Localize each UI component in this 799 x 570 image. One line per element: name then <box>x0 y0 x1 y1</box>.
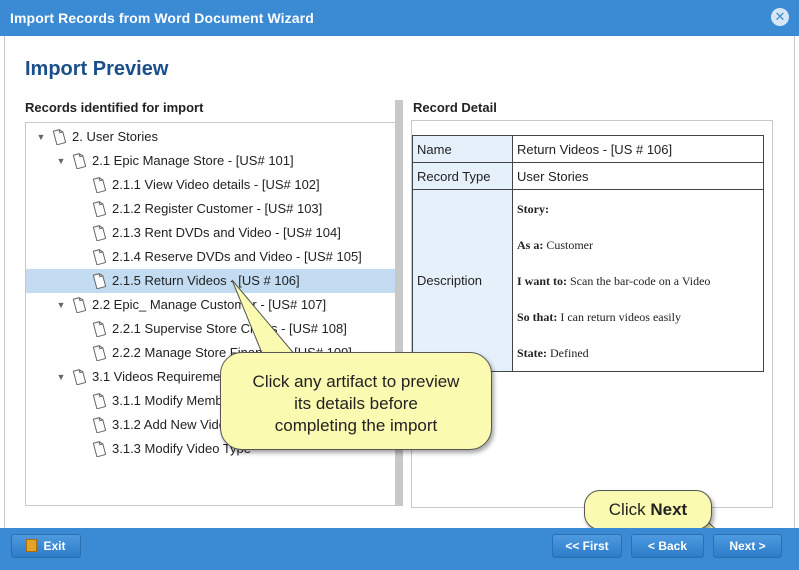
wizard-footer: Exit << First < Back Next > <box>0 528 799 570</box>
preview-callout-line3: completing the import <box>274 416 438 435</box>
exit-door-icon <box>26 539 38 552</box>
records-section-label: Records identified for import <box>25 100 204 115</box>
next-callout: Click Next <box>584 490 712 530</box>
page-title: Import Preview <box>25 58 169 80</box>
tree-item-label: 2.1.2 Register Customer - [US# 103] <box>112 201 323 216</box>
detail-key-name: Name <box>412 135 513 163</box>
as-a-line: As a: Customer <box>517 236 759 254</box>
as-a-value: Customer <box>546 237 594 252</box>
document-icon <box>92 345 106 361</box>
close-icon[interactable]: ✕ <box>771 8 789 26</box>
title-bar: Import Records from Word Document Wizard… <box>0 0 799 36</box>
preview-callout-line1: Click any artifact to preview <box>252 372 460 391</box>
tree-item-label: 2.1.4 Reserve DVDs and Video - [US# 105] <box>112 249 362 264</box>
back-button[interactable]: < Back <box>631 534 704 558</box>
window-title: Import Records from Word Document Wizard <box>10 10 314 26</box>
state-line: State: Defined <box>517 344 759 362</box>
detail-value-description: Story: As a: Customer I want to: Scan th… <box>512 189 764 372</box>
tree-item-label: 3.1.1 Modify Member <box>112 393 235 408</box>
tree-item[interactable]: 2.1.2 Register Customer - [US# 103] <box>26 197 396 221</box>
exit-button-label: Exit <box>43 539 66 553</box>
detail-value-type: User Stories <box>512 162 764 190</box>
preview-callout: Click any artifact to preview its detail… <box>220 352 492 450</box>
tree-item-label: 2.1.1 View Video details - [US# 102] <box>112 177 320 192</box>
want-label: I want to: <box>517 273 567 288</box>
state-value: Defined <box>550 345 589 360</box>
expand-toggle-icon[interactable]: ▼ <box>56 149 66 173</box>
want-line: I want to: Scan the bar-code on a Video <box>517 272 759 290</box>
tree-item-label: 2. User Stories <box>72 129 158 144</box>
tree-item-label: 2.1 Epic Manage Store - [US# 101] <box>92 153 294 168</box>
document-icon <box>92 321 106 337</box>
tree-item[interactable]: 2.1.5 Return Videos - [US # 106] <box>26 269 396 293</box>
expand-toggle-icon[interactable]: ▼ <box>36 125 46 149</box>
detail-key-description: Description <box>412 189 513 372</box>
first-button[interactable]: << First <box>552 534 622 558</box>
document-icon <box>92 417 106 433</box>
document-icon <box>92 273 106 289</box>
tree-item-label: 3.1.2 Add New Video <box>112 417 234 432</box>
tree-item[interactable]: 2.1.3 Rent DVDs and Video - [US# 104] <box>26 221 396 245</box>
tree-item[interactable]: ▼ 2.1 Epic Manage Store - [US# 101] <box>26 149 396 173</box>
so-that-label: So that: <box>517 309 558 324</box>
document-icon <box>92 441 106 457</box>
story-label: Story: <box>517 201 549 216</box>
expand-toggle-icon[interactable]: ▼ <box>56 365 66 389</box>
detail-row-description: Description Story: As a: Customer I want… <box>412 189 764 372</box>
wizard-content: Import Preview Records identified for im… <box>4 36 795 528</box>
next-callout-bold: Next <box>650 500 688 519</box>
tree-item[interactable]: 2.2.1 Supervise Store Clerks - [US# 108] <box>26 317 396 341</box>
document-icon <box>72 153 86 169</box>
preview-callout-line2: its details before <box>294 394 418 413</box>
tree-item-label: 3.1 Videos Requirements <box>92 369 238 384</box>
record-detail-label: Record Detail <box>413 100 497 115</box>
document-icon <box>92 225 106 241</box>
tree-item-label: 2.1.3 Rent DVDs and Video - [US# 104] <box>112 225 341 240</box>
document-icon <box>72 297 86 313</box>
description-body: Story: As a: Customer I want to: Scan th… <box>517 200 759 362</box>
document-icon <box>92 177 106 193</box>
document-icon <box>92 393 106 409</box>
next-callout-prefix: Click <box>608 500 646 519</box>
record-detail-table: Name Return Videos - [US # 106] Record T… <box>412 135 764 372</box>
document-icon <box>92 249 106 265</box>
tree-item[interactable]: 2.1.1 View Video details - [US# 102] <box>26 173 396 197</box>
expand-toggle-icon[interactable]: ▼ <box>56 293 66 317</box>
want-value: Scan the bar-code on a Video <box>570 273 711 288</box>
tree-item[interactable]: ▼ 2.2 Epic_ Manage Customer - [US# 107] <box>26 293 396 317</box>
document-icon <box>92 201 106 217</box>
tree-item[interactable]: ▼ 2. User Stories <box>26 125 396 149</box>
tree-item[interactable]: 2.1.4 Reserve DVDs and Video - [US# 105] <box>26 245 396 269</box>
next-button[interactable]: Next > <box>713 534 782 558</box>
so-that-value: I can return videos easily <box>560 309 681 324</box>
so-that-line: So that: I can return videos easily <box>517 308 759 326</box>
exit-button[interactable]: Exit <box>11 534 81 558</box>
document-icon <box>72 369 86 385</box>
detail-row-type: Record Type User Stories <box>412 162 764 190</box>
state-label: State: <box>517 345 547 360</box>
detail-value-name: Return Videos - [US # 106] <box>512 135 764 163</box>
detail-row-name: Name Return Videos - [US # 106] <box>412 135 764 163</box>
document-icon <box>52 129 66 145</box>
story-line: Story: <box>517 200 759 218</box>
detail-key-type: Record Type <box>412 162 513 190</box>
as-a-label: As a: <box>517 237 544 252</box>
